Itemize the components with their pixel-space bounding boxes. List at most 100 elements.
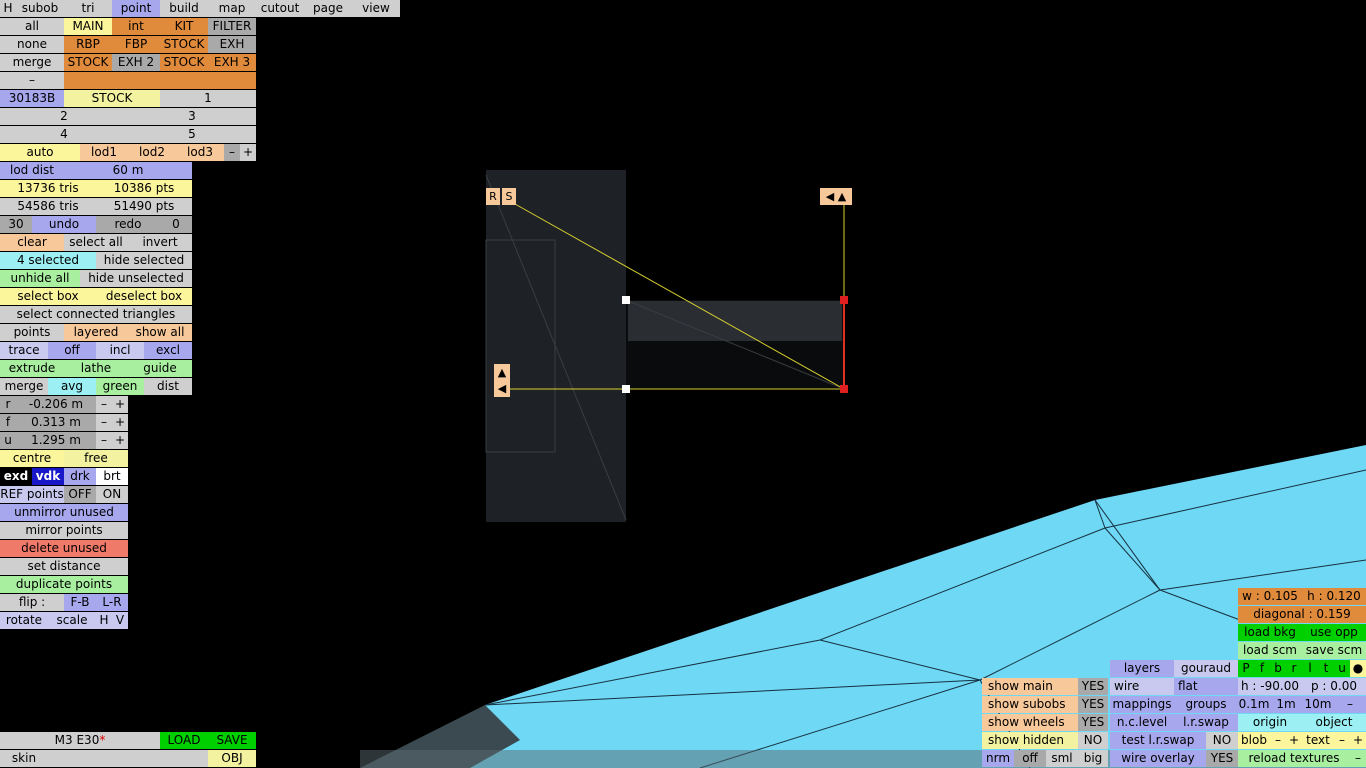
group-stock[interactable]: STOCK bbox=[160, 36, 208, 53]
group-int[interactable]: int bbox=[112, 18, 160, 35]
load-bkg-button[interactable]: load bkg bbox=[1238, 624, 1302, 641]
merge-dist[interactable]: dist bbox=[144, 378, 192, 395]
scale-button[interactable]: scale bbox=[48, 612, 96, 629]
view-l[interactable]: l bbox=[1302, 660, 1318, 677]
group-exh2[interactable]: EXH 2 bbox=[112, 54, 160, 71]
rotate-button[interactable]: rotate bbox=[0, 612, 48, 629]
lod3-button[interactable]: lod3 bbox=[176, 144, 224, 161]
object-index-2[interactable]: 2 bbox=[0, 108, 128, 125]
scale-handle[interactable]: S bbox=[502, 188, 516, 205]
group-kit[interactable]: KIT bbox=[160, 18, 208, 35]
normals-off[interactable]: off bbox=[1014, 750, 1046, 767]
merge-points-button[interactable]: merge bbox=[0, 378, 48, 395]
flat-button[interactable]: flat bbox=[1174, 678, 1238, 695]
obj-button[interactable]: OBJ bbox=[208, 750, 256, 767]
select-all-groups[interactable]: all bbox=[0, 18, 64, 35]
menu-h[interactable]: H bbox=[0, 0, 16, 17]
load-scm-button[interactable]: load scm bbox=[1238, 642, 1302, 659]
axis-r-minus[interactable]: – bbox=[96, 396, 112, 413]
group-exh3[interactable]: EXH 3 bbox=[208, 54, 256, 71]
ref-off[interactable]: OFF bbox=[64, 486, 96, 503]
group-filter[interactable]: FILTER bbox=[208, 18, 256, 35]
group-rbp[interactable]: RBP bbox=[64, 36, 112, 53]
menu-tri[interactable]: tri bbox=[64, 0, 112, 17]
merge-avg[interactable]: avg bbox=[48, 378, 96, 395]
duplicate-points-button[interactable]: duplicate points bbox=[0, 576, 128, 593]
shade-vdk[interactable]: vdk bbox=[32, 468, 64, 485]
flip-fb[interactable]: F-B bbox=[64, 594, 96, 611]
redo-button[interactable]: redo bbox=[96, 216, 160, 233]
shade-drk[interactable]: drk bbox=[64, 468, 96, 485]
ref-on[interactable]: ON bbox=[96, 486, 128, 503]
group-stock-3[interactable]: STOCK bbox=[160, 54, 208, 71]
group-empty[interactable] bbox=[208, 72, 256, 89]
trace-off[interactable]: off bbox=[48, 342, 96, 359]
view-p[interactable]: P bbox=[1238, 660, 1254, 677]
hide-unselected-button[interactable]: hide unselected bbox=[80, 270, 192, 287]
use-opp-button[interactable]: use opp bbox=[1302, 624, 1366, 641]
vertex-handle-selected[interactable] bbox=[840, 385, 848, 393]
normals-sml[interactable]: sml bbox=[1046, 750, 1078, 767]
group-exh[interactable]: EXH bbox=[208, 36, 256, 53]
group-empty[interactable] bbox=[112, 72, 160, 89]
show-wheels-yes[interactable]: YES bbox=[1078, 714, 1108, 731]
save-button[interactable]: SAVE bbox=[208, 732, 256, 749]
gouraud-button[interactable]: gouraud bbox=[1174, 660, 1238, 677]
axis-u-minus[interactable]: – bbox=[96, 432, 112, 449]
menu-page[interactable]: page bbox=[304, 0, 352, 17]
text-plus[interactable]: + bbox=[1350, 732, 1366, 749]
object-index-5[interactable]: 5 bbox=[128, 126, 256, 143]
invert-button[interactable]: invert bbox=[128, 234, 192, 251]
save-scm-button[interactable]: save scm bbox=[1302, 642, 1366, 659]
load-button[interactable]: LOAD bbox=[160, 732, 208, 749]
select-box-button[interactable]: select box bbox=[0, 288, 96, 305]
menu-cutout[interactable]: cutout bbox=[256, 0, 304, 17]
object-index-3[interactable]: 3 bbox=[128, 108, 256, 125]
text-minus[interactable]: – bbox=[1334, 732, 1350, 749]
test-lr-swap-no[interactable]: NO bbox=[1206, 732, 1238, 749]
object-id[interactable]: 30183B bbox=[0, 90, 64, 107]
hide-selected-button[interactable]: hide selected bbox=[96, 252, 192, 269]
group-empty[interactable] bbox=[64, 72, 112, 89]
group-fbp[interactable]: FBP bbox=[112, 36, 160, 53]
mappings-button[interactable]: mappings bbox=[1110, 696, 1174, 713]
lod-plus[interactable]: + bbox=[240, 144, 256, 161]
undo-button[interactable]: undo bbox=[32, 216, 96, 233]
show-hidden-no[interactable]: NO bbox=[1078, 732, 1108, 749]
arrow-left-icon[interactable]: ◀ bbox=[494, 380, 510, 397]
view-u[interactable]: u bbox=[1334, 660, 1350, 677]
view-t[interactable]: t bbox=[1318, 660, 1334, 677]
step-minus[interactable]: – bbox=[1334, 696, 1366, 713]
lod-minus[interactable]: – bbox=[224, 144, 240, 161]
select-none-groups[interactable]: none bbox=[0, 36, 64, 53]
points-mode[interactable]: points bbox=[0, 324, 64, 341]
select-connected-button[interactable]: select connected triangles bbox=[0, 306, 192, 323]
object-stock[interactable]: STOCK bbox=[64, 90, 160, 107]
pivot-free[interactable]: free bbox=[64, 450, 128, 467]
step-10m[interactable]: 10m bbox=[1302, 696, 1334, 713]
trace-incl[interactable]: incl bbox=[96, 342, 144, 359]
delete-unused-button[interactable]: delete unused bbox=[0, 540, 128, 557]
nc-level-button[interactable]: n.c.level bbox=[1110, 714, 1174, 731]
wire-overlay-yes[interactable]: YES bbox=[1206, 750, 1238, 767]
group-empty[interactable] bbox=[160, 72, 208, 89]
merge-groups-button[interactable]: merge bbox=[0, 54, 64, 71]
reload-textures-button[interactable]: reload textures bbox=[1238, 750, 1350, 767]
mirror-points-button[interactable]: mirror points bbox=[0, 522, 128, 539]
scale-h[interactable]: H bbox=[96, 612, 112, 629]
groups-button[interactable]: groups bbox=[1174, 696, 1238, 713]
origin-button[interactable]: origin bbox=[1238, 714, 1302, 731]
axis-r-plus[interactable]: + bbox=[112, 396, 128, 413]
test-lr-swap-button[interactable]: test l.r.swap bbox=[1110, 732, 1206, 749]
lod-auto[interactable]: auto bbox=[0, 144, 80, 161]
vertex-handle[interactable] bbox=[622, 385, 630, 393]
clear-button[interactable]: clear bbox=[0, 234, 64, 251]
vertex-handle-selected[interactable] bbox=[840, 296, 848, 304]
normals-nrm[interactable]: nrm bbox=[982, 750, 1014, 767]
axis-r-value[interactable]: -0.206 m bbox=[16, 396, 96, 413]
vertex-handle[interactable] bbox=[622, 296, 630, 304]
rotate-handle[interactable]: R bbox=[486, 188, 500, 205]
shade-brt[interactable]: brt bbox=[96, 468, 128, 485]
view-dot-icon[interactable]: ● bbox=[1350, 660, 1366, 677]
show-main-yes[interactable]: YES bbox=[1078, 678, 1108, 695]
